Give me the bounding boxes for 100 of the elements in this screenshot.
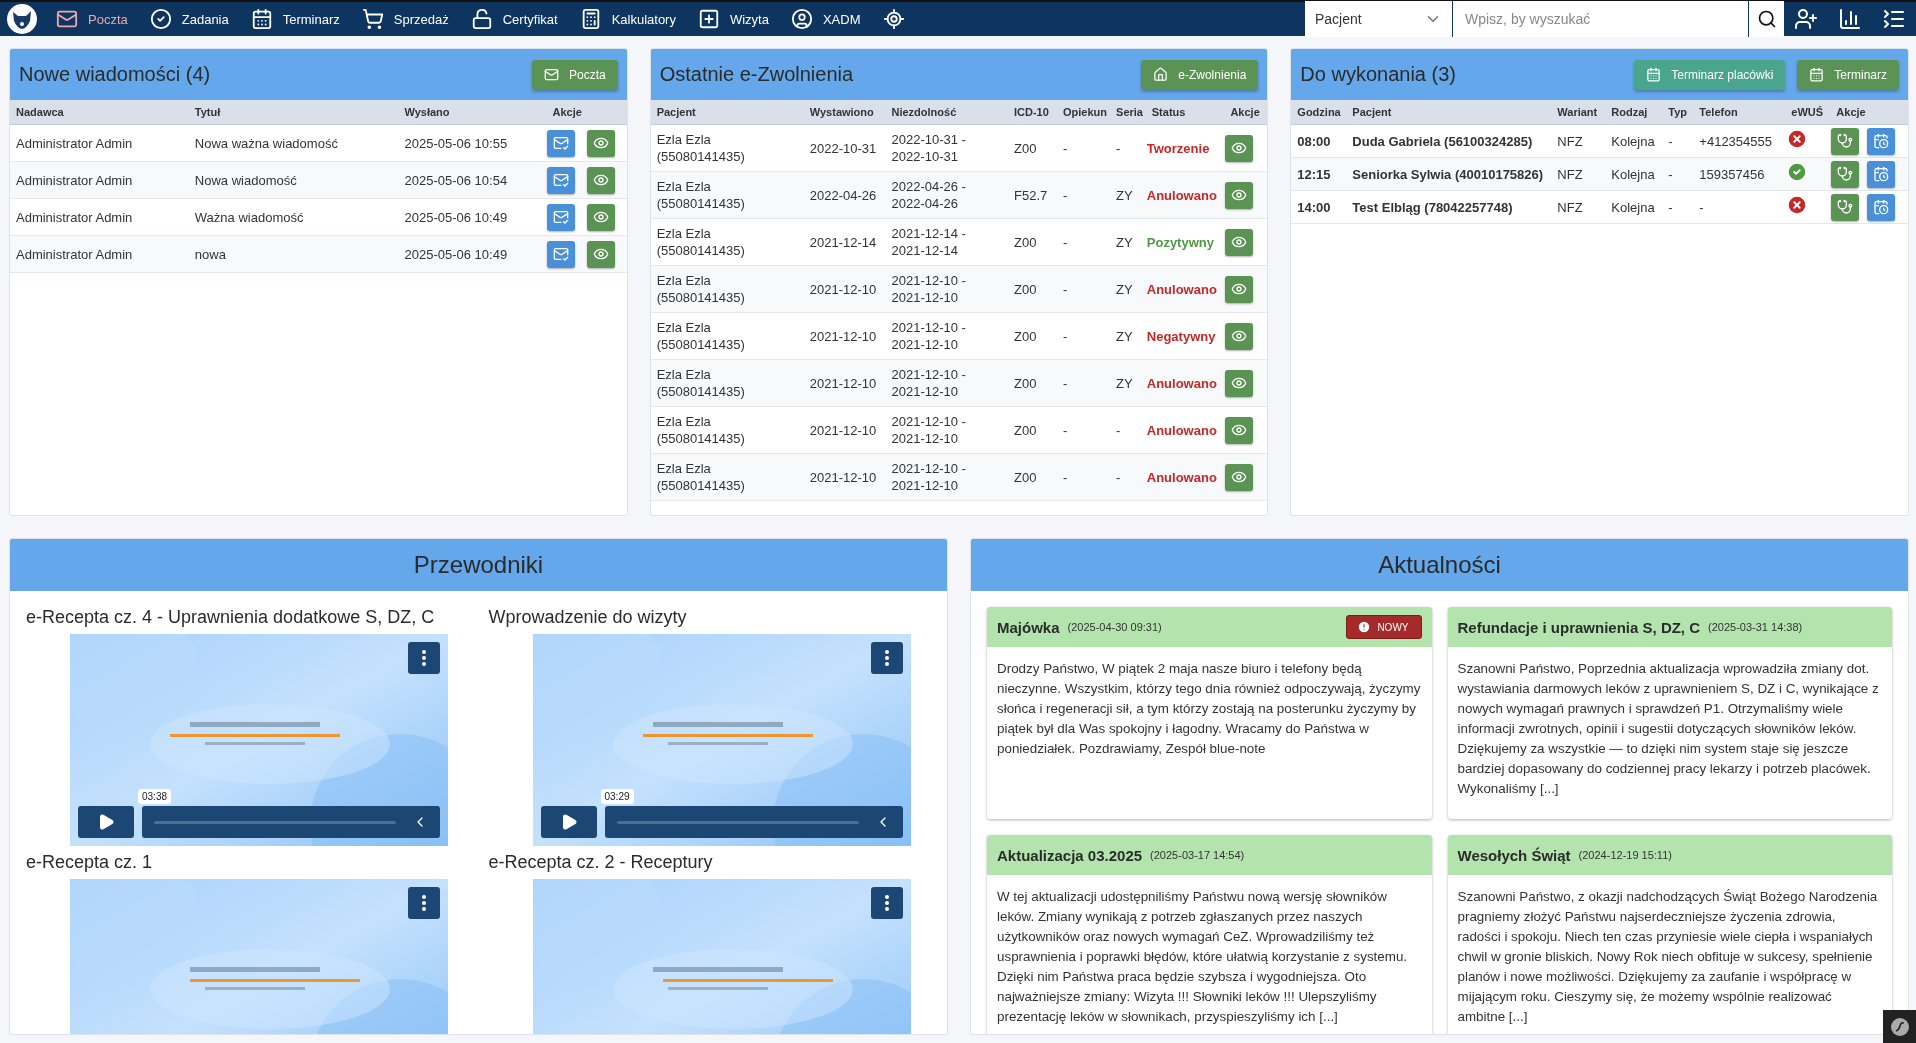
table-cell: Z00	[1008, 453, 1057, 501]
more-icon	[422, 895, 426, 911]
view-button[interactable]	[1225, 322, 1254, 350]
mark-read-button[interactable]	[547, 240, 576, 268]
table-cell: 2021-12-10	[803, 265, 886, 313]
view-button[interactable]	[1225, 228, 1254, 256]
mail-check-icon	[553, 209, 570, 225]
menu-icon	[1882, 7, 1906, 31]
mail-button[interactable]: Poczta	[531, 59, 618, 90]
table-cell: Z00	[1008, 406, 1057, 454]
schedule-button[interactable]	[1867, 193, 1896, 221]
view-button[interactable]	[587, 129, 616, 157]
play-button[interactable]	[78, 806, 134, 838]
table-cell: -	[1110, 124, 1146, 172]
nav-item[interactable]: Certyfikat	[468, 4, 560, 34]
calendar-button[interactable]: Terminarz	[1797, 59, 1899, 90]
more-button[interactable]	[870, 887, 903, 919]
eye-icon	[1231, 281, 1248, 297]
seek-bar[interactable]	[604, 806, 903, 838]
nav-item[interactable]: Poczta	[54, 4, 130, 34]
table-cell: NFZ	[1551, 124, 1606, 158]
search-field[interactable]: Wpisz, by wyszukać	[1453, 1, 1749, 37]
user-icon	[790, 8, 813, 30]
news-date: (2024-12-19 15:11)	[1578, 849, 1673, 861]
table-cell: -	[1057, 265, 1111, 313]
panel-title: Do wykonania (3)	[1300, 63, 1457, 86]
more-button[interactable]	[870, 642, 903, 674]
mail-check-icon	[553, 172, 570, 188]
view-button[interactable]	[587, 203, 616, 231]
stethoscope-icon	[1837, 133, 1854, 149]
view-button[interactable]	[1225, 181, 1254, 209]
table-cell: -	[1057, 171, 1111, 219]
unlock-icon	[470, 8, 493, 30]
seek-bar[interactable]	[142, 806, 440, 838]
status-text: Anulowano	[1146, 470, 1217, 485]
visit-button[interactable]	[1831, 160, 1860, 188]
view-button[interactable]	[1225, 275, 1254, 303]
table-cell: 2025-05-06 10:55	[398, 124, 547, 162]
table-cell: Z00	[1008, 218, 1057, 266]
view-button[interactable]	[1225, 416, 1254, 444]
visit-button[interactable]	[1831, 193, 1860, 221]
calendar-clock-icon	[1873, 199, 1890, 215]
table-cell: 2021-12-10 - 2021-12-10	[885, 312, 1008, 360]
mark-read-button[interactable]	[547, 129, 576, 157]
eye-icon	[593, 135, 610, 151]
visit-button[interactable]	[1831, 127, 1860, 155]
table-cell: -	[1057, 406, 1111, 454]
column-header: Pacjent	[650, 100, 804, 125]
table-cell: Ezla Ezla (55080141435)	[650, 124, 804, 172]
nav-item[interactable]: Wizyta	[695, 4, 771, 34]
search-icon	[1756, 9, 1777, 29]
column-header: Wysłano	[398, 100, 547, 125]
column-header: Akcje	[1224, 100, 1268, 125]
news-date: (2025-04-30 09:31)	[1067, 621, 1163, 633]
more-button[interactable]	[408, 642, 440, 674]
news-date: (2025-03-31 14:38)	[1708, 621, 1804, 633]
schedule-button[interactable]	[1867, 127, 1896, 155]
view-button[interactable]	[1225, 134, 1254, 162]
table-cell: Kolejna	[1605, 157, 1663, 191]
schedule-button[interactable]	[1867, 160, 1896, 188]
more-button[interactable]	[408, 887, 440, 919]
nav-item[interactable]: Kalkulatory	[577, 4, 678, 34]
table-cell: -	[1110, 453, 1146, 501]
column-header: Wariant	[1551, 100, 1606, 125]
panel-title: Ostatnie e-Zwolnienia	[659, 63, 855, 86]
table-cell: 2021-12-10	[803, 453, 886, 501]
nav-item[interactable]: Zadania	[147, 4, 231, 34]
table-cell: -	[1693, 190, 1786, 224]
news-title: Majówka	[997, 618, 1060, 636]
table-cell: 2021-12-10 - 2021-12-10	[885, 265, 1008, 313]
nav-item[interactable]: Sprzedaż	[359, 4, 451, 34]
scope-select[interactable]: Pacjent	[1305, 1, 1453, 37]
debug-toolbar-button[interactable]	[1883, 1010, 1916, 1043]
view-button[interactable]	[1225, 369, 1254, 397]
column-header: Nadawca	[10, 100, 189, 125]
status-text: Tworzenie	[1146, 141, 1210, 156]
eye-icon	[1231, 328, 1248, 344]
mark-read-button[interactable]	[547, 166, 576, 194]
mail-icon	[56, 8, 78, 30]
view-button[interactable]	[587, 166, 616, 194]
table-cell: Z00	[1008, 265, 1057, 313]
table-cell: 2025-05-06 10:54	[398, 161, 547, 199]
view-button[interactable]	[587, 240, 616, 268]
table-cell: Administrator Admin	[10, 235, 189, 273]
eye-icon	[1231, 422, 1248, 438]
mark-read-button[interactable]	[547, 203, 576, 231]
play-button[interactable]	[540, 806, 597, 838]
view-button[interactable]	[1225, 463, 1254, 491]
nav-item[interactable]: Terminarz	[248, 4, 342, 34]
logo-icon[interactable]	[6, 3, 38, 35]
mail-check-icon	[553, 246, 570, 262]
table-cell: ZY	[1110, 265, 1146, 313]
table-cell: 08:00	[1291, 124, 1347, 158]
nav-item[interactable]: XADM	[788, 4, 863, 34]
table-cell: 2022-04-26 - 2022-04-26	[885, 171, 1008, 219]
sick-leave-button[interactable]: e-Zwolnienia	[1141, 59, 1259, 90]
search-button[interactable]	[1749, 1, 1784, 37]
table-cell: -	[1057, 453, 1111, 501]
table-cell: -	[1110, 406, 1146, 454]
stethoscope-icon	[1837, 166, 1854, 182]
